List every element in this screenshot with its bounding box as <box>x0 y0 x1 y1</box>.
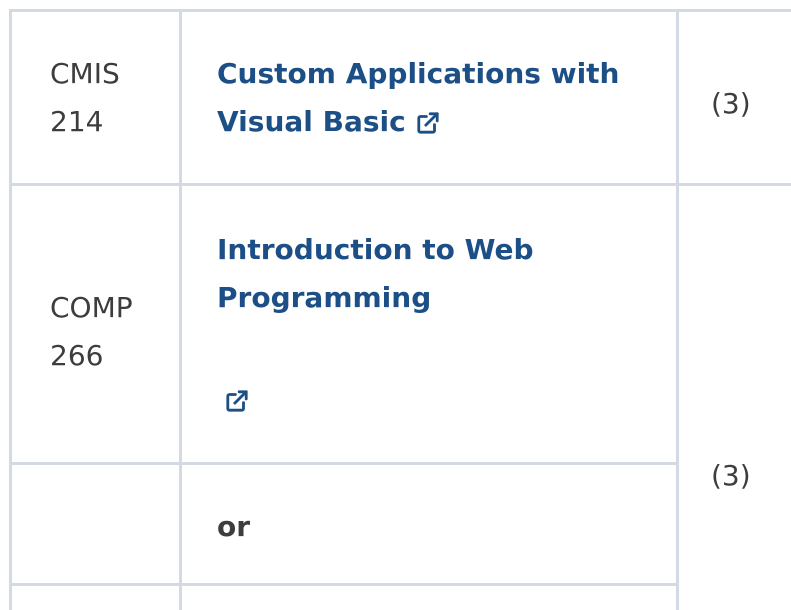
course-code-subject: CMIS <box>50 57 120 90</box>
course-title-line2: Visual Basic <box>217 105 406 138</box>
table-border-left <box>9 9 12 610</box>
course-title-link[interactable]: Introduction to Web Programming <box>217 226 657 322</box>
row-divider-2 <box>9 462 679 465</box>
course-code-subject: COMP <box>50 291 133 324</box>
course-credits: (3) <box>711 87 751 120</box>
table-border-top <box>9 9 791 12</box>
table-divider-title-credits <box>676 9 679 610</box>
course-alternative-separator: or <box>217 510 251 543</box>
row-divider-3 <box>9 583 679 586</box>
course-title-line1: Custom Applications with <box>217 57 620 90</box>
external-link-icon[interactable] <box>415 110 441 136</box>
course-title-line1: Introduction to Web <box>217 233 534 266</box>
table-divider-code-title <box>179 9 182 610</box>
course-code-number: 266 <box>50 339 104 372</box>
external-link-icon[interactable] <box>224 388 250 414</box>
course-code-number: 214 <box>50 105 104 138</box>
row-divider-1 <box>9 183 791 186</box>
course-code: CMIS 214 <box>50 50 120 146</box>
course-credits: (3) <box>711 459 751 492</box>
course-code: COMP 266 <box>50 284 133 380</box>
course-title-link[interactable]: Custom Applications with Visual Basic <box>217 50 657 146</box>
course-title-line2: Programming <box>217 281 432 314</box>
